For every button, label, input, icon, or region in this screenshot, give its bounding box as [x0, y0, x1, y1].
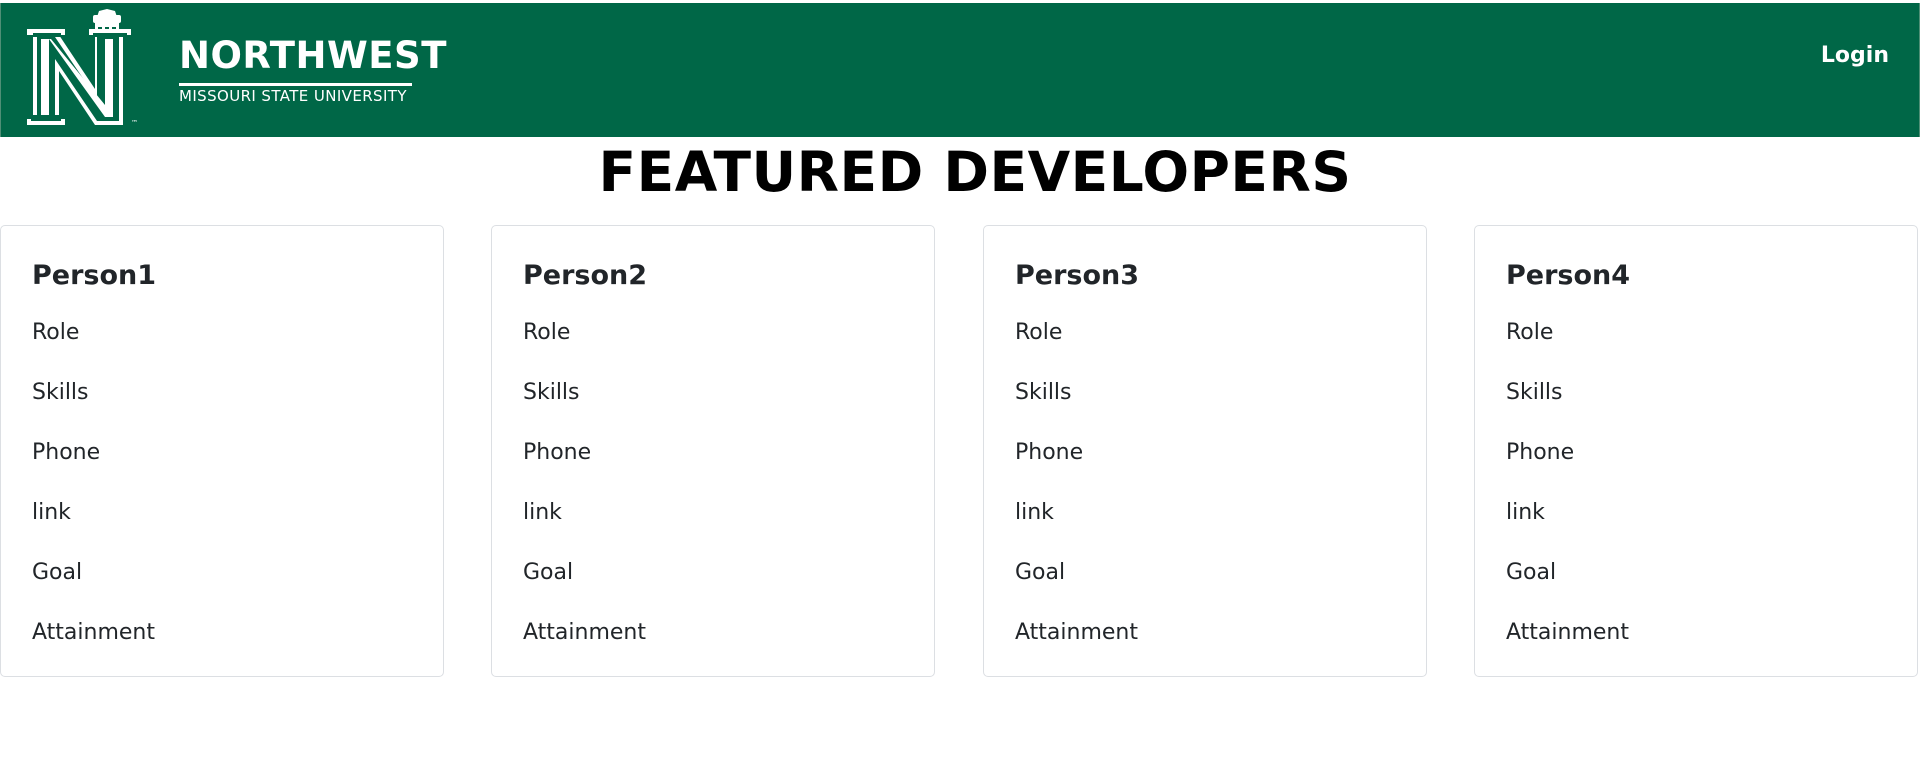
page-title: FEATURED DEVELOPERS — [598, 140, 1352, 204]
developer-phone: Phone — [523, 440, 592, 465]
developer-goal: Goal — [32, 560, 83, 585]
brand-rule — [179, 83, 412, 86]
developer-card: Person3 Role Skills Phone link Goal Atta… — [983, 225, 1427, 677]
developer-goal: Goal — [1506, 560, 1557, 585]
developer-attainment: Attainment — [1015, 620, 1138, 645]
developer-link[interactable]: link — [523, 502, 562, 524]
brand-subtitle: MISSOURI STATE UNIVERSITY — [179, 87, 407, 105]
developer-attainment: Attainment — [523, 620, 646, 645]
login-link[interactable]: Login — [1821, 43, 1889, 68]
site-header: ™ NORTHWEST MISSOURI STATE UNIVERSITY Lo… — [0, 3, 1920, 137]
developer-phone: Phone — [32, 440, 101, 465]
developer-name: Person1 — [32, 260, 157, 291]
developer-phone: Phone — [1015, 440, 1084, 465]
developer-card: Person4 Role Skills Phone link Goal Atta… — [1474, 225, 1918, 677]
developer-attainment: Attainment — [1506, 620, 1629, 645]
developer-name: Person2 — [523, 260, 648, 291]
developer-cards: Person1 Role Skills Phone link Goal Atta… — [0, 225, 1920, 677]
developer-role: Role — [32, 320, 80, 345]
northwest-n-logo-icon: ™ — [27, 9, 138, 127]
developer-skills: Skills — [523, 380, 580, 405]
developer-name: Person3 — [1015, 260, 1140, 291]
developer-link[interactable]: link — [1506, 502, 1545, 524]
developer-goal: Goal — [523, 560, 574, 585]
developer-skills: Skills — [1015, 380, 1072, 405]
developer-link[interactable]: link — [1015, 502, 1054, 524]
developer-phone: Phone — [1506, 440, 1575, 465]
trademark-icon: ™ — [131, 119, 138, 127]
developer-skills: Skills — [32, 380, 89, 405]
developer-card: Person1 Role Skills Phone link Goal Atta… — [0, 225, 444, 677]
developer-goal: Goal — [1015, 560, 1066, 585]
developer-link[interactable]: link — [32, 502, 71, 524]
developer-role: Role — [523, 320, 571, 345]
brand-name: NORTHWEST — [179, 34, 447, 77]
developer-name: Person4 — [1506, 260, 1631, 291]
developer-skills: Skills — [1506, 380, 1563, 405]
developer-attainment: Attainment — [32, 620, 155, 645]
university-logo[interactable]: ™ NORTHWEST MISSOURI STATE UNIVERSITY — [25, 9, 446, 127]
developer-role: Role — [1015, 320, 1063, 345]
developer-card: Person2 Role Skills Phone link Goal Atta… — [491, 225, 935, 677]
developer-role: Role — [1506, 320, 1554, 345]
